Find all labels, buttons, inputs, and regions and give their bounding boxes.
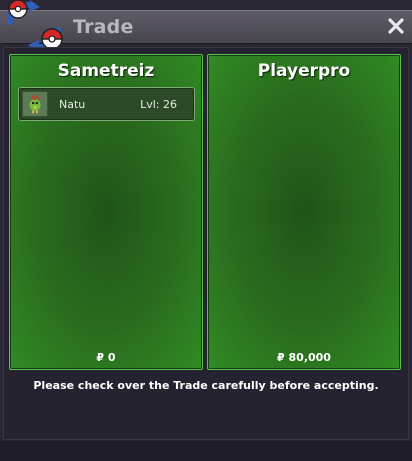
natu-sprite-icon bbox=[22, 91, 48, 117]
trade-notice: Please check over the Trade carefully be… bbox=[33, 379, 379, 392]
pokemon-offer-row[interactable]: Natu Lvl: 26 bbox=[18, 87, 195, 121]
right-trade-panel: Playerpro ₽ 80,000 bbox=[207, 54, 401, 370]
pokemon-level: Lvl: 26 bbox=[140, 98, 177, 111]
left-trainer-name: Sametreiz bbox=[57, 61, 155, 81]
close-icon[interactable] bbox=[386, 16, 406, 36]
window-title: Trade bbox=[73, 16, 134, 38]
right-trainer-name: Playerpro bbox=[257, 61, 351, 81]
left-trade-panel: Sametreiz Natu Lvl: 26 ₽ 0 bbox=[9, 54, 203, 370]
right-money: ₽ 80,000 bbox=[277, 351, 331, 364]
window-footer bbox=[0, 441, 412, 461]
left-money: ₽ 0 bbox=[96, 351, 116, 364]
pokemon-name: Natu bbox=[59, 98, 86, 111]
trade-arrows-pokeball-icon bbox=[6, 0, 63, 52]
trade-window: Trade Sametreiz Natu Lvl: 26 ₽ 0 Playerp… bbox=[0, 0, 412, 461]
